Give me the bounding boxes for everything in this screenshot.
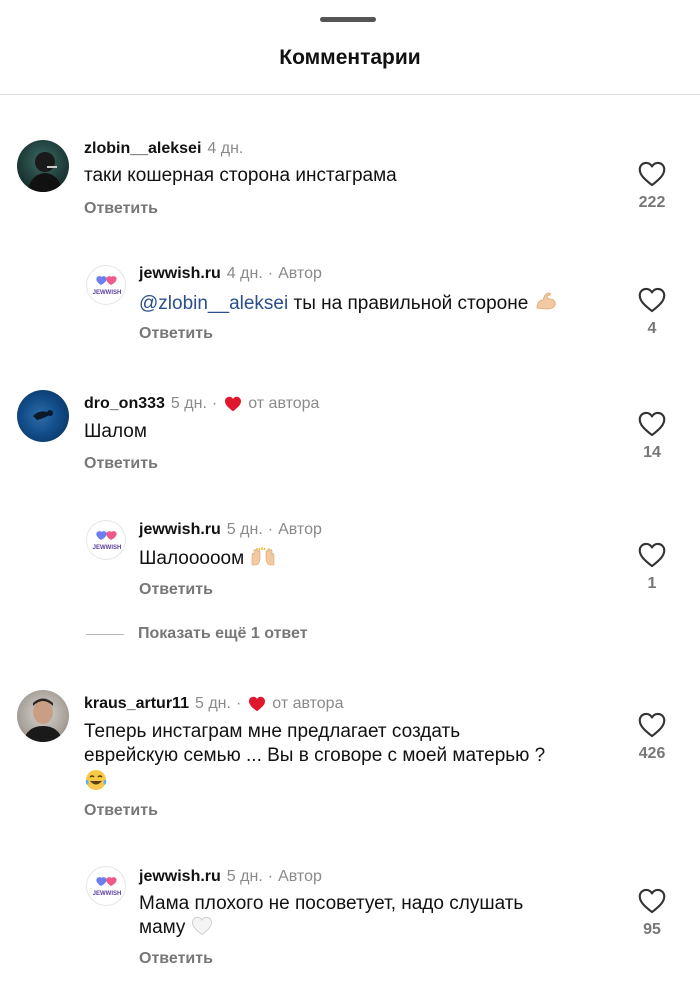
avatar[interactable] (17, 390, 69, 442)
like-count: 1 (647, 575, 657, 592)
reply-username[interactable]: jewwish.ru (139, 868, 221, 886)
reply-time: 5 дн. (226, 868, 263, 885)
heart-filled-icon (249, 696, 266, 712)
like-control: 222 (622, 161, 682, 212)
comment-text: Шалом (84, 421, 147, 442)
reply-button[interactable]: Ответить (84, 455, 158, 473)
mention-link[interactable]: @zlobin__aleksei (139, 293, 288, 314)
reply-button[interactable]: Ответить (84, 200, 158, 218)
jewwish-logo: JEWWISH (93, 877, 122, 897)
avatar[interactable] (17, 140, 69, 192)
like-count: 4 (647, 320, 657, 337)
comment-username[interactable]: kraus_artur11 (84, 695, 189, 713)
like-count: 426 (638, 745, 666, 762)
author-tag: Автор (278, 868, 322, 885)
like-control: 95 (622, 888, 682, 939)
comment-text: таки кошерная сторона инстаграма (84, 165, 397, 186)
comment-text-line: Теперь инстаграм мне предлагает создать (84, 721, 461, 742)
reply-button[interactable]: Ответить (84, 802, 158, 820)
show-more-replies-button[interactable]: Показать ещё 1 ответ (86, 625, 308, 643)
reply-text-body: Шалооооом (139, 548, 245, 569)
raising-hands-emoji (249, 545, 277, 574)
comment-text: Теперь инстаграм мне предлагает создать … (84, 720, 604, 799)
dot-separator: · (235, 695, 242, 712)
comments-sheet: Комментарии zlobin__aleksei 4 дн. таки к… (0, 0, 700, 990)
avatar[interactable]: JEWWISH (86, 265, 126, 305)
dot-separator: · (267, 265, 274, 282)
reply-text-body: ты на правильной стороне (288, 293, 529, 314)
reply-text-line: маму (139, 917, 186, 938)
logo-text: JEWWISH (93, 290, 122, 296)
reply-time: 5 дн. (226, 521, 263, 538)
avatar-image (23, 698, 63, 742)
like-control: 426 (622, 712, 682, 763)
reply-button[interactable]: Ответить (139, 581, 213, 599)
like-control: 1 (622, 542, 682, 593)
comment-text-line: еврейскую семью ... Вы в сговоре с моей … (84, 745, 546, 766)
flexed-biceps-emoji (534, 290, 558, 319)
comment-time: 5 дн. (170, 395, 207, 412)
reply-text: Шалооооом (139, 545, 277, 574)
avatar-image (27, 152, 63, 192)
comment-username[interactable]: dro_on333 (84, 395, 165, 413)
reply-time: 4 дн. (226, 265, 263, 282)
white-heart-emoji (191, 916, 213, 943)
reply-button[interactable]: Ответить (139, 950, 213, 968)
like-count: 95 (643, 921, 661, 938)
heart-outline-icon[interactable] (638, 161, 666, 187)
comment-time: 5 дн. (194, 695, 231, 712)
avatar[interactable] (17, 690, 69, 742)
heart-outline-icon[interactable] (638, 411, 666, 437)
comment-username[interactable]: zlobin__aleksei (84, 140, 201, 158)
sheet-grabber[interactable] (320, 17, 376, 22)
avatar[interactable]: JEWWISH (86, 520, 126, 560)
sheet-title: Комментарии (279, 46, 421, 69)
comment-meta: zlobin__aleksei 4 дн. (84, 140, 243, 158)
reply-meta: jewwish.ru 5 дн. · Автор (139, 521, 322, 539)
comment-meta: dro_on333 5 дн. · от автора (84, 395, 319, 413)
dot-separator: · (211, 395, 218, 412)
like-count: 14 (643, 444, 661, 461)
jewwish-logo: JEWWISH (93, 276, 122, 296)
like-control: 4 (622, 287, 682, 338)
avatar[interactable]: JEWWISH (86, 866, 126, 906)
reply-text: Мама плохого не посоветует, надо слушать… (139, 892, 599, 943)
author-tag: Автор (278, 265, 322, 282)
comment-time: 4 дн. (207, 140, 244, 157)
heart-outline-icon[interactable] (638, 712, 666, 738)
tears-of-joy-emoji (84, 768, 604, 799)
reply-button[interactable]: Ответить (139, 325, 213, 343)
heart-outline-icon[interactable] (638, 542, 666, 568)
like-count: 222 (638, 194, 666, 211)
jewwish-logo: JEWWISH (93, 531, 122, 551)
heart-outline-icon[interactable] (638, 888, 666, 914)
comment-meta: kraus_artur11 5 дн. · от автора (84, 695, 343, 713)
logo-text: JEWWISH (93, 545, 122, 551)
dot-separator: · (267, 868, 274, 885)
show-more-replies-label: Показать ещё 1 ответ (138, 625, 308, 642)
reply-meta: jewwish.ru 4 дн. · Автор (139, 265, 322, 283)
liked-by-author-label: от автора (248, 395, 320, 412)
author-tag: Автор (278, 521, 322, 538)
reply-text: @zlobin__aleksei ты на правильной сторон… (139, 290, 558, 319)
dot-separator: · (267, 521, 274, 538)
heart-outline-icon[interactable] (638, 287, 666, 313)
reply-text-line-2: маму (139, 916, 599, 943)
reply-username[interactable]: jewwish.ru (139, 265, 221, 283)
reply-username[interactable]: jewwish.ru (139, 521, 221, 539)
header-divider (0, 94, 700, 95)
reply-text-line: Мама плохого не посоветует, надо слушать (139, 893, 524, 914)
reply-meta: jewwish.ru 5 дн. · Автор (139, 868, 322, 886)
more-replies-line (86, 633, 124, 635)
heart-filled-icon (225, 396, 242, 412)
liked-by-author-label: от автора (272, 695, 344, 712)
like-control: 14 (622, 411, 682, 462)
logo-text: JEWWISH (93, 891, 122, 897)
avatar-image (33, 410, 53, 420)
